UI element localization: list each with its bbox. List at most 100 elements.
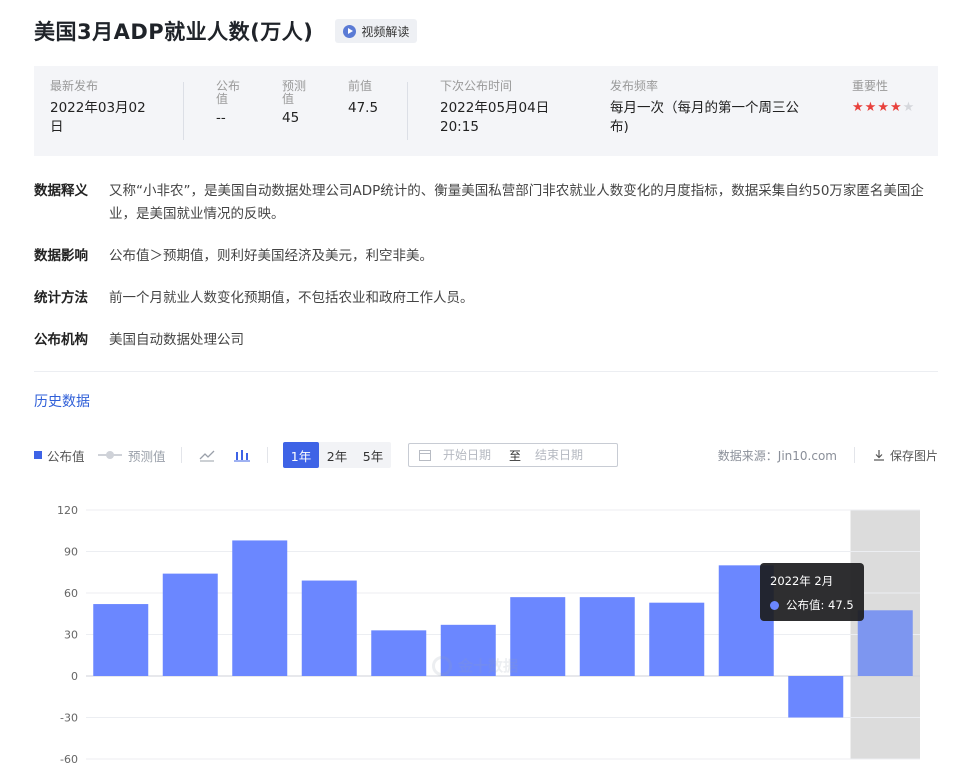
section-divider <box>34 371 938 372</box>
star-empty-icon: ★ <box>902 100 915 115</box>
tooltip-title: 2022年 2月 <box>770 574 834 588</box>
actual-value-block: 公布 值 -- <box>216 80 256 129</box>
watermark: 金十数据 <box>432 655 518 676</box>
detail-label: 数据释义 <box>34 183 88 199</box>
next-release-value-line2: 20:15 <box>440 119 479 135</box>
tooltip-value: 47.5 <box>828 598 854 612</box>
frequency-value-line2: 布) <box>610 119 629 135</box>
detail-row-impact: 数据影响 公布值＞预期值，则利好美国经济及美元，利空非美。 <box>34 245 935 268</box>
legend-actual[interactable]: 公布值 <box>34 442 85 468</box>
range-5y-button[interactable]: 5年 <box>355 442 391 468</box>
save-image-button[interactable]: 保存图片 <box>873 442 938 468</box>
calendar-icon <box>419 449 431 461</box>
detail-row-method: 统计方法 前一个月就业人数变化预期值，不包括农业和政府工作人员。 <box>34 287 935 310</box>
detail-label: 数据影响 <box>34 248 88 264</box>
range-selector: 1年 2年 5年 <box>283 442 391 468</box>
toolbar-divider <box>854 447 855 463</box>
bar <box>232 540 288 676</box>
detail-text: 美国自动数据处理公司 <box>109 332 244 348</box>
frequency-block: 发布频率 每月一次（每月的第一个周三公 布) <box>610 80 810 138</box>
star-filled-icon: ★ <box>852 100 864 115</box>
frequency-label: 发布频率 <box>610 79 659 93</box>
tooltip-row: 公布值 : 47.5 <box>770 597 864 613</box>
y-tick-label: 0 <box>71 670 78 683</box>
save-image-label: 保存图片 <box>889 448 938 463</box>
end-date-input[interactable] <box>535 448 602 462</box>
chart-toolbar: 公布值 预测值 1年 2年 5年 至 数据来源：Jin10.com <box>34 442 938 468</box>
line-chart-toggle[interactable] <box>199 442 215 468</box>
latest-release: 最新发布 2022年03月02 日 <box>50 80 160 138</box>
date-range-to-label: 至 <box>509 448 522 463</box>
start-date-input[interactable] <box>443 448 509 462</box>
detail-text: 又称“小非农”，是美国自动数据处理公司ADP统计的、衡量美国私营部门非农就业人数… <box>109 183 924 222</box>
frequency-value: 每月一次（每月的第一个周三公 布) <box>610 98 810 138</box>
release-info-panel: 最新发布 2022年03月02 日 公布 值 -- 预测 值 45 前值 47.… <box>34 66 938 156</box>
bar <box>371 630 427 676</box>
bar <box>301 580 357 676</box>
info-divider <box>407 82 408 140</box>
tooltip-series-label: 公布值 <box>786 598 821 612</box>
importance-block: 重要性 ★ ★ ★ ★ ★ <box>852 79 932 115</box>
video-explain-label: 视频解读 <box>361 24 410 39</box>
next-release-value: 2022年05月04日 20:15 <box>440 98 580 138</box>
legend-forecast-label: 预测值 <box>128 448 166 464</box>
previous-label: 前值 <box>348 79 373 93</box>
y-tick-label: 30 <box>64 629 78 642</box>
date-range-picker: 至 <box>408 443 618 467</box>
bar <box>788 676 844 718</box>
previous-value-block: 前值 47.5 <box>348 80 398 119</box>
latest-release-value-line2: 日 <box>50 119 64 135</box>
bar <box>93 604 149 676</box>
page-title: 美国3月ADP就业人数(万人) <box>34 20 314 44</box>
legend-square-icon <box>34 451 42 459</box>
bar <box>510 597 566 676</box>
y-tick-label: -60 <box>60 753 78 766</box>
y-tick-label: 90 <box>64 546 78 559</box>
history-bar-chart: 120 90 60 30 0 -30 -60 <box>57 504 920 766</box>
forecast-value-block: 预测 值 45 <box>282 80 322 129</box>
tooltip-colon: : <box>820 598 829 612</box>
toolbar-divider <box>267 447 268 463</box>
chart-tooltip: 2022年 2月 公布值 : 47.5 <box>760 563 864 621</box>
bar <box>579 597 635 676</box>
tooltip-series-dot <box>770 600 779 610</box>
range-1y-button[interactable]: 1年 <box>283 442 319 468</box>
watermark-text: 金十数据 <box>458 657 519 675</box>
y-tick-label: -30 <box>60 712 78 725</box>
range-2y-button[interactable]: 2年 <box>319 442 355 468</box>
importance-stars: ★ ★ ★ ★ ★ <box>852 101 932 114</box>
next-release-label: 下次公布时间 <box>440 79 513 93</box>
download-icon <box>873 450 884 461</box>
next-release-value-line1: 2022年05月04日 <box>440 100 550 116</box>
latest-release-value: 2022年03月02 日 <box>50 98 160 138</box>
importance-label: 重要性 <box>852 79 889 93</box>
play-icon <box>343 24 357 38</box>
star-filled-icon: ★ <box>864 100 877 115</box>
detail-row-publisher: 公布机构 美国自动数据处理公司 <box>34 329 935 352</box>
video-explain-button[interactable]: 视频解读 <box>335 19 418 43</box>
actual-label-line2: 值 <box>216 92 229 106</box>
y-tick-label: 60 <box>64 587 78 600</box>
detail-label: 统计方法 <box>34 290 88 306</box>
bar-chart-icon <box>234 450 250 462</box>
line-chart-icon <box>199 450 215 462</box>
legend-actual-label: 公布值 <box>47 448 85 464</box>
y-tick-label: 120 <box>57 504 78 517</box>
bar-chart-toggle[interactable] <box>234 442 250 468</box>
detail-label: 公布机构 <box>34 332 88 348</box>
latest-release-label: 最新发布 <box>50 79 99 93</box>
legend-forecast[interactable]: 预测值 <box>98 442 166 468</box>
detail-text: 前一个月就业人数变化预期值，不包括农业和政府工作人员。 <box>109 290 474 306</box>
detail-row-definition: 数据释义 又称“小非农”，是美国自动数据处理公司ADP统计的、衡量美国私营部门非… <box>34 180 935 226</box>
actual-value: -- <box>216 110 226 126</box>
star-filled-icon: ★ <box>889 100 902 115</box>
title-row: 美国3月ADP就业人数(万人) 视频解读 <box>34 16 418 46</box>
latest-release-value-line1: 2022年03月02 <box>50 100 146 116</box>
forecast-label-line2: 值 <box>282 92 295 106</box>
forecast-value: 45 <box>282 110 300 126</box>
detail-text: 公布值＞预期值，则利好美国经济及美元，利空非美。 <box>109 248 433 264</box>
frequency-value-line1: 每月一次（每月的第一个周三公 <box>610 100 799 116</box>
info-divider <box>183 82 184 140</box>
history-data-link[interactable]: 历史数据 <box>34 391 90 411</box>
bar <box>857 610 913 676</box>
